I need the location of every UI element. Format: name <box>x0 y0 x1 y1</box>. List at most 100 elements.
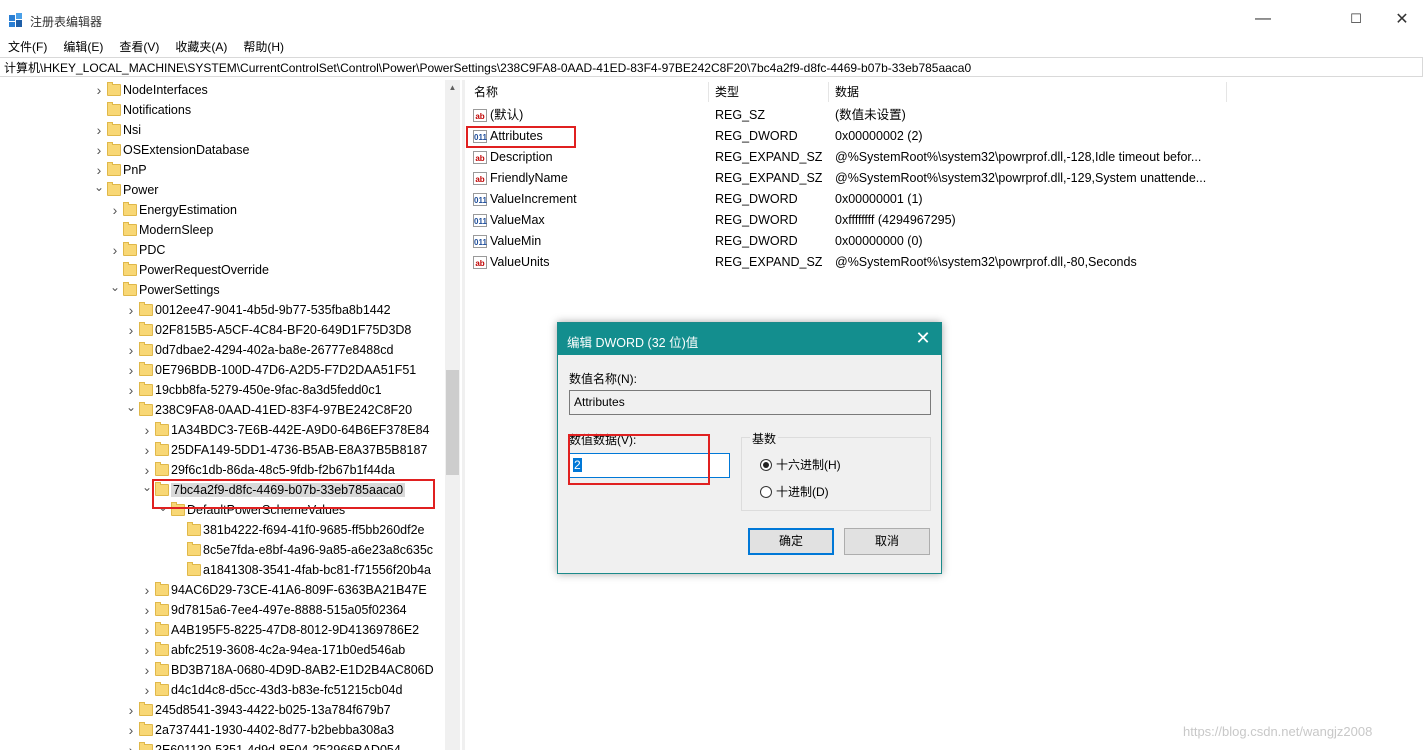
value-row[interactable]: ab ValueUnits REG_EXPAND_SZ @%SystemRoot%\s… <box>470 252 1420 273</box>
column-divider[interactable] <box>708 82 709 102</box>
tree-node[interactable]: › NodeInterfaces <box>97 80 208 100</box>
chevron-right-icon[interactable]: › <box>109 200 121 220</box>
column-header-data[interactable]: 数据 <box>835 82 859 102</box>
chevron-down-icon[interactable]: ⌄ <box>109 280 121 294</box>
tree-node[interactable]: › 94AC6D29-73CE-41A6-809F-6363BA21B47E <box>145 580 427 600</box>
chevron-right-icon[interactable]: › <box>125 360 137 380</box>
chevron-right-icon[interactable]: › <box>125 700 137 720</box>
tree-node[interactable]: ⌄ PowerSettings <box>110 280 220 300</box>
tree-node[interactable]: ModernSleep <box>123 220 213 240</box>
value-type: REG_DWORD <box>715 192 798 206</box>
dialog-close-icon[interactable]: ✕ <box>913 328 933 349</box>
menu-edit[interactable]: 编辑(E) <box>55 38 111 56</box>
chevron-right-icon[interactable]: › <box>93 140 105 160</box>
key-tree[interactable]: › NodeInterfaces Notifications › Nsi › OSExten… <box>0 80 460 750</box>
tree-node-label: 9d7815a6-7ee4-497e-8888-515a05f02364 <box>171 603 407 617</box>
scrollbar-thumb[interactable] <box>446 370 459 475</box>
address-bar[interactable]: 计算机\HKEY_LOCAL_MACHINE\SYSTEM\CurrentCon… <box>0 57 1423 77</box>
maximize-button[interactable]: ☐ <box>1333 4 1379 34</box>
menu-file[interactable]: 文件(F) <box>0 38 55 56</box>
value-row[interactable]: 011 ValueMax REG_DWORD 0xffffffff (42949672… <box>470 210 1420 231</box>
chevron-right-icon[interactable]: › <box>93 160 105 180</box>
tree-scrollbar[interactable]: ▲ <box>445 80 460 750</box>
tree-node[interactable]: › 0E796BDB-100D-47D6-A2D5-F7D2DAA51F51 <box>129 360 416 380</box>
chevron-right-icon[interactable]: › <box>141 680 153 700</box>
folder-icon <box>187 542 201 556</box>
chevron-right-icon[interactable]: › <box>141 440 153 460</box>
menu-view[interactable]: 查看(V) <box>111 38 167 56</box>
menu-favorites[interactable]: 收藏夹(A) <box>167 38 235 56</box>
tree-node[interactable]: ⌄ 238C9FA8-0AAD-41ED-83F4-97BE242C8F20 <box>126 400 412 420</box>
pane-splitter[interactable] <box>462 80 465 750</box>
chevron-right-icon[interactable]: › <box>125 720 137 740</box>
cancel-button[interactable]: 取消 <box>844 528 930 555</box>
value-row[interactable]: ab FriendlyName REG_EXPAND_SZ @%SystemRoot%… <box>470 168 1420 189</box>
tree-node[interactable]: › A4B195F5-8225-47D8-8012-9D41369786E2 <box>145 620 419 640</box>
ok-button[interactable]: 确定 <box>748 528 834 555</box>
tree-node[interactable]: › Nsi <box>97 120 141 140</box>
column-header-name[interactable]: 名称 <box>474 82 498 102</box>
tree-node[interactable]: a1841308-3541-4fab-bc81-f71556f20b4a <box>187 560 431 580</box>
value-row[interactable]: 011 ValueIncrement REG_DWORD 0x00000001 (1) <box>470 189 1420 210</box>
chevron-right-icon[interactable]: › <box>125 300 137 320</box>
tree-node[interactable]: Notifications <box>107 100 191 120</box>
chevron-right-icon[interactable]: › <box>125 380 137 400</box>
column-header-type[interactable]: 类型 <box>715 82 739 102</box>
chevron-right-icon[interactable]: › <box>125 320 137 340</box>
tree-node[interactable]: › 245d8541-3943-4422-b025-13a784f679b7 <box>129 700 391 720</box>
tree-node[interactable]: › 2E601130-5351-4d9d-8E04-252966BAD054 <box>129 740 401 750</box>
minimize-button[interactable]: — <box>1240 4 1286 34</box>
scroll-up-arrow-icon[interactable]: ▲ <box>445 80 460 96</box>
tree-node[interactable]: › abfc2519-3608-4c2a-94ea-171b0ed546ab <box>145 640 405 660</box>
folder-icon <box>155 602 169 616</box>
value-row[interactable]: ab (默认) REG_SZ (数值未设置) <box>470 105 1420 126</box>
chevron-down-icon[interactable]: ⌄ <box>93 180 105 194</box>
tree-node[interactable]: ⌄ Power <box>94 180 158 200</box>
column-divider[interactable] <box>828 82 829 102</box>
chevron-right-icon[interactable]: › <box>125 740 137 750</box>
tree-node[interactable]: › 19cbb8fa-5279-450e-9fac-8a3d5fedd0c1 <box>129 380 382 400</box>
chevron-right-icon[interactable]: › <box>93 80 105 100</box>
folder-icon <box>107 162 121 176</box>
tree-node[interactable]: › d4c1d4c8-d5cc-43d3-b83e-fc51215cb04d <box>145 680 402 700</box>
value-row[interactable]: 011 Attributes REG_DWORD 0x00000002 (2) <box>470 126 1420 147</box>
tree-node[interactable]: › 02F815B5-A5CF-4C84-BF20-649D1F75D3D8 <box>129 320 411 340</box>
tree-node[interactable]: › 9d7815a6-7ee4-497e-8888-515a05f02364 <box>145 600 407 620</box>
chevron-right-icon[interactable]: › <box>141 620 153 640</box>
value-row[interactable]: 011 ValueMin REG_DWORD 0x00000000 (0) <box>470 231 1420 252</box>
chevron-right-icon[interactable]: › <box>141 600 153 620</box>
tree-node[interactable]: › PDC <box>113 240 165 260</box>
value-data: 0x00000002 (2) <box>835 129 923 143</box>
chevron-down-icon[interactable]: ⌄ <box>125 400 137 414</box>
chevron-right-icon[interactable]: › <box>141 460 153 480</box>
menu-help[interactable]: 帮助(H) <box>235 38 292 56</box>
chevron-right-icon[interactable]: › <box>93 120 105 140</box>
tree-node[interactable]: › 0d7dbae2-4294-402a-ba8e-26777e8488cd <box>129 340 393 360</box>
tree-node[interactable]: 8c5e7fda-e8bf-4a96-9a85-a6e23a8c635c <box>187 540 433 560</box>
radio-hexadecimal[interactable]: 十六进制(H) <box>760 457 960 473</box>
tree-node[interactable]: › 2a737441-1930-4402-8d77-b2bebba308a3 <box>129 720 394 740</box>
tree-node[interactable]: › 0012ee47-9041-4b5d-9b77-535fba8b1442 <box>129 300 391 320</box>
chevron-right-icon[interactable]: › <box>109 240 121 260</box>
chevron-right-icon[interactable]: › <box>141 660 153 680</box>
chevron-right-icon[interactable]: › <box>141 420 153 440</box>
dialog-title-bar[interactable]: 编辑 DWORD (32 位)值 ✕ <box>558 323 941 355</box>
value-row[interactable]: ab Description REG_EXPAND_SZ @%SystemRoot%\… <box>470 147 1420 168</box>
tree-node[interactable]: › 29f6c1db-86da-48c5-9fdb-f2b67b1f44da <box>145 460 395 480</box>
tree-node[interactable]: 381b4222-f694-41f0-9685-ff5bb260df2e <box>187 520 425 540</box>
tree-node[interactable]: › 1A34BDC3-7E6B-442E-A9D0-64B6EF378E84 <box>145 420 430 440</box>
tree-node[interactable]: PowerRequestOverride <box>123 260 269 280</box>
chevron-right-icon[interactable]: › <box>125 340 137 360</box>
title-bar: 注册表编辑器 — ☐ ✕ <box>0 0 1425 38</box>
chevron-right-icon[interactable]: › <box>141 640 153 660</box>
tree-node[interactable]: › 25DFA149-5DD1-4736-B5AB-E8A37B5B8187 <box>145 440 427 460</box>
tree-node[interactable]: › OSExtensionDatabase <box>97 140 249 160</box>
chevron-right-icon[interactable]: › <box>141 580 153 600</box>
tree-node[interactable]: › BD3B718A-0680-4D9D-8AB2-E1D2B4AC806D <box>145 660 434 680</box>
column-divider[interactable] <box>1226 82 1227 102</box>
tree-node[interactable]: › PnP <box>97 160 147 180</box>
radio-decimal[interactable]: 十进制(D) <box>760 484 960 500</box>
close-button[interactable]: ✕ <box>1379 4 1425 34</box>
tree-node[interactable]: › EnergyEstimation <box>113 200 237 220</box>
value-name: ValueIncrement <box>490 192 577 206</box>
